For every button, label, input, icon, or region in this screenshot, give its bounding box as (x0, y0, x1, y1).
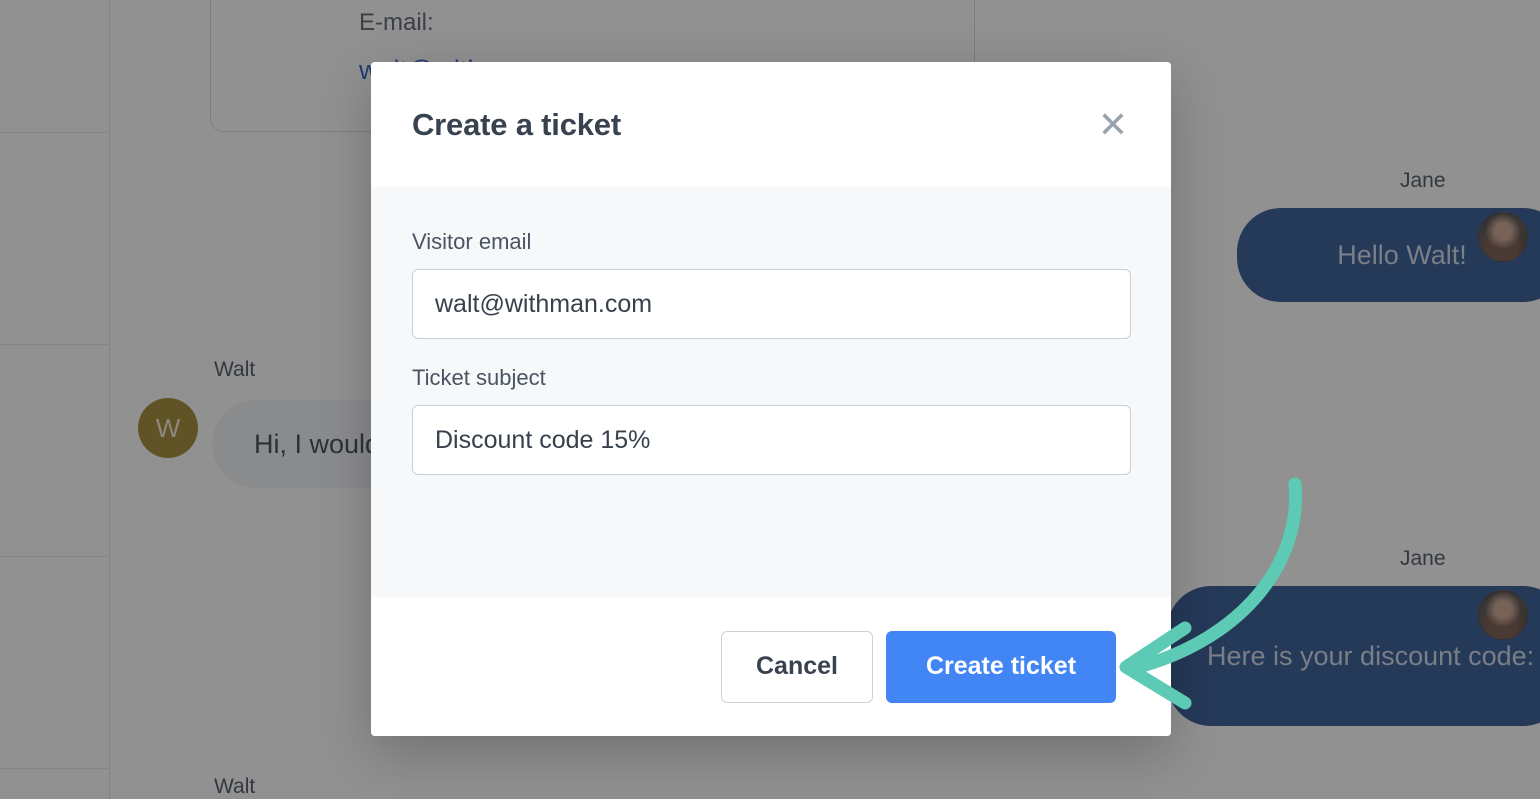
cancel-button[interactable]: Cancel (721, 630, 873, 703)
close-icon[interactable]: ✕ (1093, 105, 1133, 145)
create-ticket-button[interactable]: Create ticket (886, 630, 1116, 703)
visitor-email-field-group: Visitor email (412, 229, 1131, 339)
ticket-subject-input[interactable] (412, 405, 1131, 475)
page-title: Create a ticket (412, 106, 621, 142)
modal-body: Visitor email Ticket subject (371, 187, 1171, 597)
ticket-subject-label: Ticket subject (412, 365, 546, 390)
modal-footer: Cancel Create ticket (371, 597, 1171, 736)
visitor-email-input[interactable] (412, 269, 1131, 339)
modal-header: Create a ticket ✕ (371, 62, 1171, 187)
create-ticket-modal: Create a ticket ✕ Visitor email Ticket s… (371, 62, 1171, 736)
visitor-email-label: Visitor email (412, 229, 532, 254)
ticket-subject-field-group: Ticket subject (412, 365, 1131, 475)
screen: tes ago tes ago tes ago E-mail: walt@wit… (0, 0, 1540, 799)
